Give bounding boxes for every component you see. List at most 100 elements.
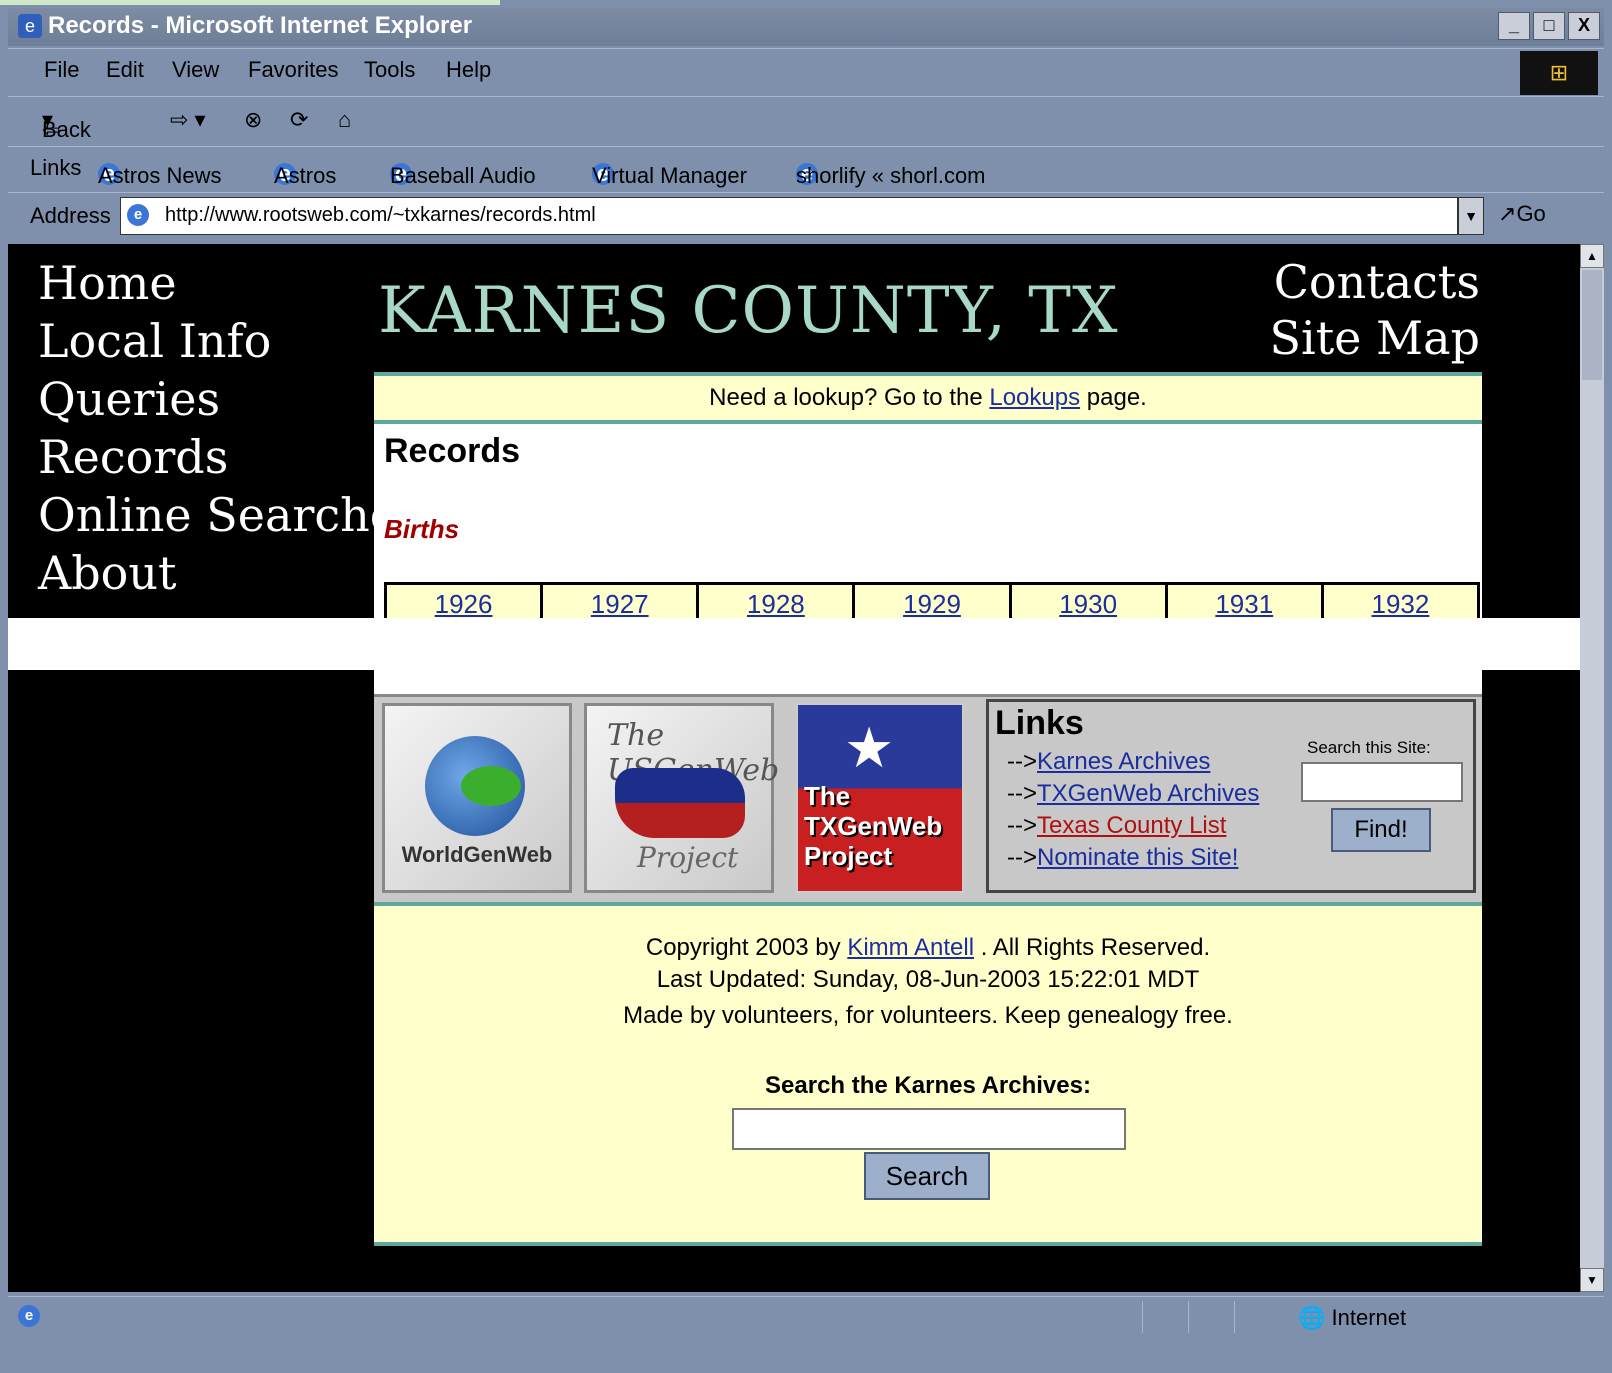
archives-search-input[interactable] bbox=[732, 1108, 1126, 1150]
lookup-text-end: page. bbox=[1080, 384, 1147, 411]
nav-queries[interactable]: Queries bbox=[38, 370, 421, 428]
txgenweb-label: The TXGenWeb Project bbox=[804, 781, 943, 871]
address-url: http://www.rootsweb.com/~txkarnes/record… bbox=[165, 204, 596, 226]
internet-zone: 🌐 Internet bbox=[1298, 1305, 1406, 1331]
link-prefix: --> bbox=[1007, 748, 1037, 775]
go-label: Go bbox=[1516, 201, 1546, 226]
nav-about[interactable]: About bbox=[38, 544, 421, 602]
links-title: Links bbox=[995, 704, 1084, 742]
menu-tools[interactable]: Tools bbox=[364, 57, 415, 83]
go-button[interactable]: ↗Go bbox=[1498, 201, 1546, 227]
texas-county-list-link[interactable]: Texas County List bbox=[1037, 812, 1226, 839]
back-label: Back bbox=[42, 117, 91, 142]
nominate-site-link[interactable]: Nominate this Site! bbox=[1037, 844, 1238, 871]
worldgenweb-label: WorldGenWeb bbox=[401, 842, 553, 867]
main-panel: Records Births 1926 1927 1928 1929 1930 … bbox=[374, 424, 1482, 628]
site-search-label: Search this Site: bbox=[1307, 738, 1431, 757]
menu-view[interactable]: View bbox=[172, 57, 219, 83]
site-title: KARNES COUNTY, TX bbox=[378, 274, 1119, 348]
page-icon: e bbox=[127, 204, 149, 226]
address-bar: Address e http://www.rootsweb.com/~txkar… bbox=[8, 192, 1604, 241]
ie-icon: e bbox=[18, 14, 42, 38]
window-title: Records - Microsoft Internet Explorer bbox=[48, 12, 473, 39]
link-prefix: --> bbox=[1007, 844, 1037, 871]
menu-favorites[interactable]: Favorites bbox=[248, 57, 338, 83]
nav-local-info[interactable]: Local Info bbox=[38, 312, 421, 370]
globe-zone-icon: 🌐 bbox=[1298, 1305, 1332, 1330]
vertical-scrollbar[interactable]: ▲ ▼ bbox=[1580, 244, 1604, 1292]
stop-icon[interactable]: ⊗ bbox=[244, 107, 262, 133]
link-label: Virtual Manager bbox=[592, 163, 747, 188]
nav-home[interactable]: Home bbox=[38, 254, 421, 312]
top-right-nav: Contacts Site Map bbox=[1269, 254, 1480, 366]
toolbar: ⇦ Back ▾ ⇨ ▾ ⊗ ⟳ ⌂ bbox=[8, 96, 1604, 145]
lookups-link[interactable]: Lookups bbox=[989, 384, 1080, 411]
links-bar: Links e Astros News e Astros e Baseball Aud… bbox=[8, 146, 1604, 191]
births-heading: Births bbox=[384, 514, 460, 544]
status-segment bbox=[1234, 1301, 1279, 1333]
menu-bar: File Edit View Favorites Tools Help ⊞ bbox=[8, 48, 1604, 95]
scroll-up-icon[interactable]: ▲ bbox=[1580, 244, 1604, 268]
close-button[interactable]: X bbox=[1568, 12, 1600, 40]
minimize-button[interactable]: _ bbox=[1498, 12, 1530, 40]
nav-site-map[interactable]: Site Map bbox=[1269, 310, 1480, 366]
link-prefix: --> bbox=[1007, 812, 1037, 839]
nav-online-searches[interactable]: Online Searches bbox=[38, 486, 421, 544]
back-button[interactable]: ⇦ Back ▾ bbox=[42, 107, 91, 142]
windows-logo-icon: ⊞ bbox=[1520, 51, 1598, 95]
lookup-text: Need a lookup? Go to the bbox=[709, 384, 990, 411]
usgenweb-logo[interactable]: The USGenWeb Project bbox=[584, 703, 779, 893]
forward-button[interactable]: ⇨ ▾ bbox=[170, 107, 206, 133]
status-segment bbox=[1188, 1301, 1233, 1333]
link-label: Astros News bbox=[98, 163, 222, 188]
status-segment bbox=[1142, 1301, 1187, 1333]
address-label: Address bbox=[30, 203, 111, 228]
nav-contacts[interactable]: Contacts bbox=[1269, 254, 1480, 310]
txgenweb-archives-link[interactable]: TXGenWeb Archives bbox=[1037, 780, 1259, 807]
footer: Copyright 2003 by Kimm Antell . All Righ… bbox=[374, 902, 1482, 1246]
volunteers-text: Made by volunteers, for volunteers. Keep… bbox=[623, 1002, 1233, 1029]
search-button[interactable]: Search bbox=[864, 1152, 990, 1200]
links-item: -->TXGenWeb Archives bbox=[1007, 780, 1259, 808]
copyright-text: Copyright 2003 by bbox=[645, 934, 848, 961]
last-updated: Last Updated: Sunday, 08-Jun-2003 15:22:… bbox=[656, 966, 1200, 993]
page-content: Home Local Info Queries Records Online S… bbox=[8, 244, 1580, 1292]
zone-label: Internet bbox=[1331, 1305, 1407, 1330]
worldgenweb-logo[interactable]: WorldGenWeb bbox=[382, 703, 572, 893]
author-link[interactable]: Kimm Antell bbox=[847, 934, 974, 961]
nav-records[interactable]: Records bbox=[38, 428, 421, 486]
link-label: Astros bbox=[274, 163, 337, 188]
tree-icon bbox=[461, 766, 521, 806]
scroll-thumb[interactable] bbox=[1582, 270, 1602, 380]
title-bar: e Records - Microsoft Internet Explorer … bbox=[8, 8, 1604, 46]
links-item: -->Karnes Archives bbox=[1007, 748, 1210, 776]
logos-panel: WorldGenWeb The USGenWeb Project ★ The T… bbox=[374, 694, 1482, 903]
copyright-line: Copyright 2003 by Kimm Antell . All Righ… bbox=[374, 934, 1482, 962]
refresh-icon[interactable]: ⟳ bbox=[290, 107, 308, 133]
status-bar: e 🌐 Internet bbox=[8, 1296, 1604, 1337]
maximize-button[interactable]: □ bbox=[1533, 12, 1565, 40]
usgenweb-project-label: Project bbox=[637, 841, 739, 874]
green-strip bbox=[0, 0, 500, 5]
txgenweb-logo[interactable]: ★ The TXGenWeb Project bbox=[796, 703, 964, 893]
status-page-icon: e bbox=[18, 1305, 40, 1327]
us-map-icon bbox=[615, 768, 745, 838]
menu-edit[interactable]: Edit bbox=[106, 57, 144, 83]
links-label: Links bbox=[30, 155, 82, 180]
star-icon: ★ bbox=[844, 716, 895, 779]
find-button[interactable]: Find! bbox=[1331, 808, 1431, 852]
home-icon[interactable]: ⌂ bbox=[338, 107, 351, 133]
karnes-archives-link[interactable]: Karnes Archives bbox=[1037, 748, 1210, 775]
address-dropdown-icon[interactable]: ▼ bbox=[1458, 197, 1484, 235]
menu-help[interactable]: Help bbox=[446, 57, 491, 83]
screenshot-gap bbox=[8, 618, 1580, 670]
menu-file[interactable]: File bbox=[44, 57, 79, 83]
link-label: shorlify « shorl.com bbox=[796, 163, 986, 188]
site-search-input[interactable] bbox=[1301, 762, 1463, 802]
links-box: Links -->Karnes Archives -->TXGenWeb Arc… bbox=[986, 699, 1476, 893]
page-title: Records bbox=[384, 432, 521, 470]
copyright-text-end: . All Rights Reserved. bbox=[974, 934, 1211, 961]
address-input[interactable]: e http://www.rootsweb.com/~txkarnes/reco… bbox=[120, 197, 1458, 235]
links-item: -->Texas County List bbox=[1007, 812, 1226, 840]
scroll-down-icon[interactable]: ▼ bbox=[1580, 1268, 1604, 1292]
